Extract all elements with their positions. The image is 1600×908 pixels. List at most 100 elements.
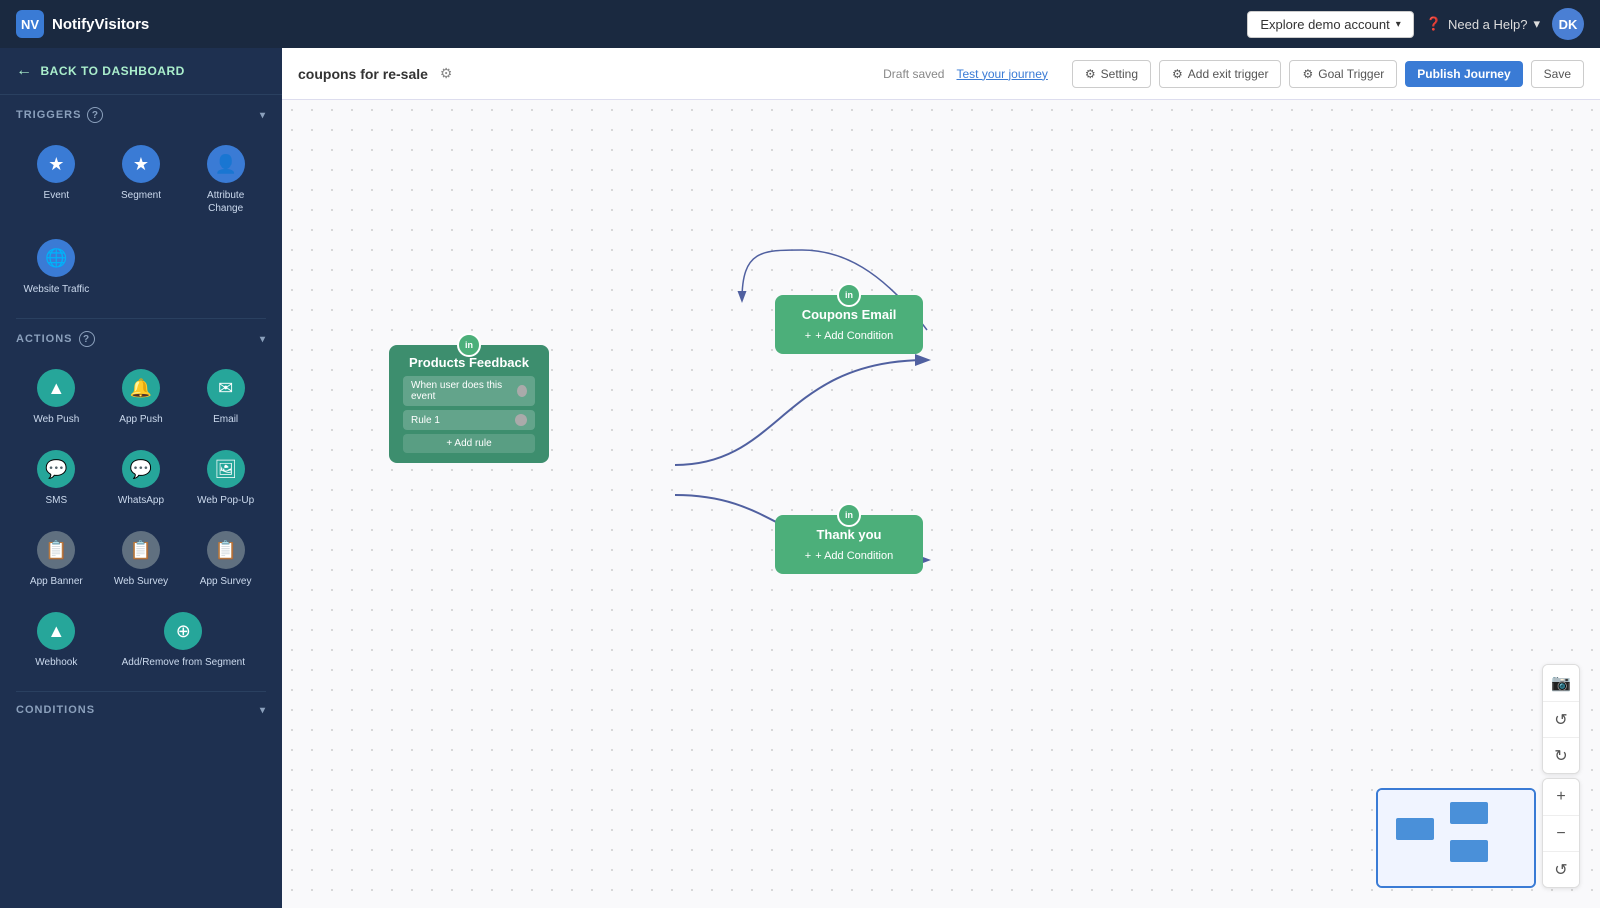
zoom-out-button[interactable]: −	[1543, 815, 1579, 851]
help-chevron-icon: ▾	[1533, 16, 1540, 32]
web-popup-icon: 🖼	[207, 450, 245, 488]
coupons-email-title: Coupons Email	[789, 307, 909, 322]
setting-icon: ⚙	[1085, 67, 1096, 81]
trigger-row-rule1[interactable]: Rule 1	[403, 410, 535, 430]
sidebar-item-web-push[interactable]: ▲ Web Push	[16, 359, 97, 436]
actions-section-header[interactable]: ACTIONS ? ▾	[0, 319, 282, 355]
help-icon: ❓	[1426, 16, 1442, 32]
minimap-node-trigger	[1396, 818, 1434, 840]
fit-view-button[interactable]: ↺	[1543, 851, 1579, 887]
chevron-down-icon: ▾	[1396, 19, 1401, 30]
sidebar-item-event[interactable]: ★ Event	[16, 135, 97, 225]
app-banner-icon: 📋	[37, 531, 75, 569]
sidebar-item-attribute-change[interactable]: 👤 Attribute Change	[185, 135, 266, 225]
trigger-row-event-connector	[517, 385, 527, 397]
email-icon: ✉	[207, 369, 245, 407]
canvas-controls: 📷 ↺ ↻ + − ↺	[1542, 664, 1580, 888]
website-traffic-label: Website Traffic	[23, 283, 89, 296]
triggers-help-icon[interactable]: ?	[87, 107, 103, 123]
action-node-coupons-email[interactable]: in Coupons Email + + Add Condition	[775, 295, 923, 354]
triggers-section-header[interactable]: TRIGGERS ? ▾	[0, 95, 282, 131]
flow-canvas[interactable]: in Products Feedback When user does this…	[282, 100, 1600, 908]
sidebar-item-whatsapp[interactable]: 💬 WhatsApp	[101, 440, 182, 517]
whatsapp-label: WhatsApp	[118, 494, 164, 507]
canvas-zoom-controls: + − ↺	[1542, 778, 1580, 888]
app-survey-label: App Survey	[200, 575, 252, 588]
user-avatar[interactable]: DK	[1552, 8, 1584, 40]
canvas-utility-controls: 📷 ↺ ↻	[1542, 664, 1580, 774]
setting-button[interactable]: ⚙ Setting	[1072, 60, 1151, 88]
sidebar: ← BACK TO DASHBOARD TRIGGERS ? ▾ ★ Event…	[0, 48, 282, 908]
sms-icon: 💬	[37, 450, 75, 488]
web-popup-label: Web Pop-Up	[197, 494, 254, 507]
minimap-node-email	[1450, 802, 1488, 824]
test-journey-link[interactable]: Test your journey	[956, 67, 1047, 81]
explore-demo-label: Explore demo account	[1260, 17, 1389, 32]
sidebar-item-email[interactable]: ✉ Email	[185, 359, 266, 436]
sidebar-item-segment[interactable]: ★ Segment	[101, 135, 182, 225]
conditions-section-header[interactable]: CONDITIONS ▾	[0, 692, 282, 724]
whatsapp-icon: 💬	[122, 450, 160, 488]
app-survey-icon: 📋	[207, 531, 245, 569]
minimap-node-thankyou	[1450, 840, 1488, 862]
sidebar-item-web-popup[interactable]: 🖼 Web Pop-Up	[185, 440, 266, 517]
sidebar-item-app-survey[interactable]: 📋 App Survey	[185, 521, 266, 598]
trigger-node-title: Products Feedback	[403, 355, 535, 370]
save-button[interactable]: Save	[1531, 60, 1584, 88]
app-push-label: App Push	[119, 413, 162, 426]
actions-grid: ▲ Web Push 🔔 App Push ✉ Email 💬 SMS 💬 Wh…	[0, 355, 282, 691]
triggers-label: TRIGGERS	[16, 109, 81, 121]
minimap	[1376, 788, 1536, 888]
back-to-dashboard-button[interactable]: ← BACK TO DASHBOARD	[0, 48, 282, 95]
event-label: Event	[44, 189, 70, 202]
thank-you-badge: in	[837, 503, 861, 527]
goal-trigger-button[interactable]: ⚙ Goal Trigger	[1289, 60, 1397, 88]
trigger-node-products-feedback[interactable]: in Products Feedback When user does this…	[389, 345, 549, 463]
triggers-chevron-icon: ▾	[260, 110, 266, 121]
logo-text: NotifyVisitors	[52, 16, 149, 33]
add-exit-icon: ⚙	[1172, 67, 1183, 81]
journey-settings-icon[interactable]: ⚙	[440, 65, 453, 82]
action-node-thank-you[interactable]: in Thank you + + Add Condition	[775, 515, 923, 574]
sidebar-item-web-survey[interactable]: 📋 Web Survey	[101, 521, 182, 598]
add-rule-button[interactable]: + Add rule	[403, 434, 535, 453]
sidebar-item-app-push[interactable]: 🔔 App Push	[101, 359, 182, 436]
trigger-row-event[interactable]: When user does this event	[403, 376, 535, 406]
sidebar-item-sms[interactable]: 💬 SMS	[16, 440, 97, 517]
sidebar-item-webhook[interactable]: ▲ Webhook	[16, 602, 97, 679]
minimap-inner	[1378, 790, 1534, 886]
plus-icon-2: +	[805, 550, 811, 562]
web-push-label: Web Push	[33, 413, 79, 426]
segment-icon: ★	[122, 145, 160, 183]
zoom-in-button[interactable]: +	[1543, 779, 1579, 815]
email-label: Email	[213, 413, 238, 426]
app-banner-label: App Banner	[30, 575, 83, 588]
attribute-change-icon: 👤	[207, 145, 245, 183]
conditions-chevron-icon: ▾	[260, 705, 266, 716]
explore-demo-button[interactable]: Explore demo account ▾	[1247, 11, 1413, 38]
website-traffic-icon: 🌐	[37, 239, 75, 277]
trigger-node-badge: in	[457, 333, 481, 357]
publish-journey-button[interactable]: Publish Journey	[1405, 61, 1522, 87]
thank-you-add-condition[interactable]: + + Add Condition	[789, 550, 909, 562]
event-icon: ★	[37, 145, 75, 183]
screenshot-button[interactable]: 📷	[1543, 665, 1579, 701]
main-content: coupons for re-sale ⚙ Draft saved Test y…	[282, 48, 1600, 908]
redo-button[interactable]: ↻	[1543, 737, 1579, 773]
coupons-email-add-condition[interactable]: + + Add Condition	[789, 330, 909, 342]
actions-help-icon[interactable]: ?	[79, 331, 95, 347]
logo: NV NotifyVisitors	[16, 10, 149, 38]
add-exit-trigger-button[interactable]: ⚙ Add exit trigger	[1159, 60, 1281, 88]
help-button[interactable]: ❓ Need a Help? ▾	[1426, 16, 1540, 32]
sms-label: SMS	[45, 494, 67, 507]
attribute-change-label: Attribute Change	[189, 189, 262, 215]
sidebar-item-app-banner[interactable]: 📋 App Banner	[16, 521, 97, 598]
sidebar-item-website-traffic[interactable]: 🌐 Website Traffic	[16, 229, 97, 306]
sidebar-item-add-remove-segment[interactable]: ⊕ Add/Remove from Segment	[101, 602, 266, 679]
undo-button[interactable]: ↺	[1543, 701, 1579, 737]
logo-icon: NV	[16, 10, 44, 38]
help-label: Need a Help?	[1448, 17, 1528, 32]
thank-you-title: Thank you	[789, 527, 909, 542]
actions-chevron-icon: ▾	[260, 334, 266, 345]
top-navigation: NV NotifyVisitors Explore demo account ▾…	[0, 0, 1600, 48]
